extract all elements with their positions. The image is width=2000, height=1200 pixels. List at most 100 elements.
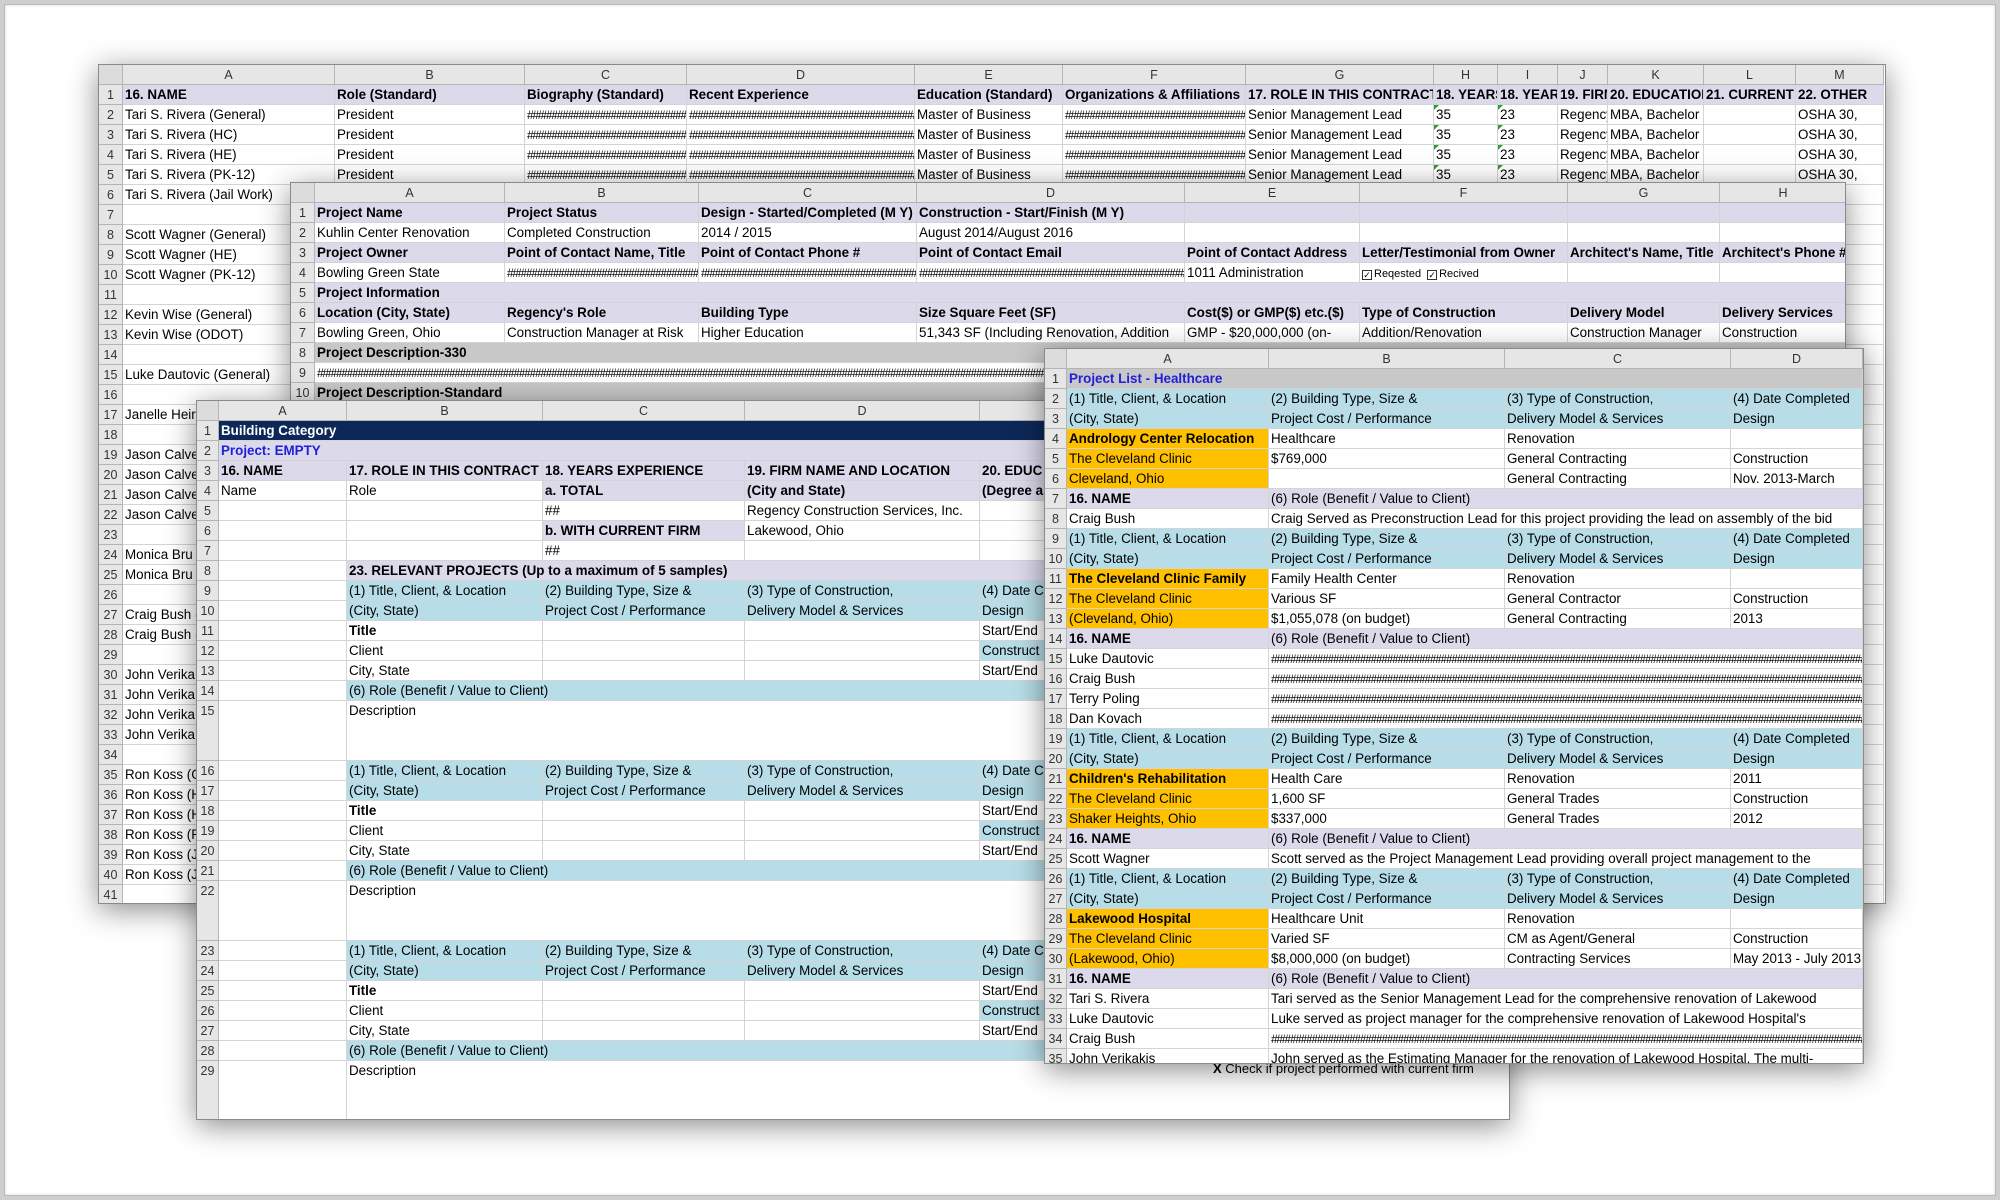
row-header-36[interactable]: 36 — [99, 785, 123, 805]
column-header-C[interactable]: C — [1505, 349, 1731, 369]
table-cell[interactable]: Project Owner — [315, 243, 505, 263]
row-header-32[interactable]: 32 — [1045, 989, 1067, 1009]
block-header[interactable]: Project Cost / Performance — [543, 781, 745, 801]
project-cell[interactable]: CM as Agent/General — [1505, 929, 1731, 949]
table-cell[interactable]: MBA, Bachelor — [1608, 145, 1704, 165]
block-header[interactable]: (3) Type of Construction, — [1505, 729, 1731, 749]
block-header[interactable]: (1) Title, Client, & Location — [1067, 869, 1269, 889]
project-cell[interactable]: General Contracting — [1505, 609, 1731, 629]
table-cell[interactable]: Higher Education — [699, 323, 917, 343]
name-header[interactable]: 16. NAME — [1067, 969, 1269, 989]
row-header-6[interactable]: 6 — [197, 521, 219, 541]
column-header-B[interactable]: B — [347, 401, 543, 421]
role-description[interactable]: Tari served as the Senior Management Lea… — [1269, 989, 1863, 1009]
form-cell[interactable] — [745, 821, 980, 841]
form-cell[interactable] — [219, 1041, 347, 1061]
table-cell[interactable]: 18. YEARS — [1434, 85, 1498, 105]
form-cell[interactable] — [219, 501, 347, 521]
form-header[interactable]: 17. ROLE IN THIS CONTRACT — [347, 461, 543, 481]
block-header[interactable]: (City, State) — [1067, 549, 1269, 569]
form-cell[interactable] — [219, 541, 347, 561]
project-city-field[interactable]: City, State — [347, 661, 543, 681]
row-header-34[interactable]: 34 — [1045, 1029, 1067, 1049]
block-header[interactable]: Design — [1731, 749, 1863, 769]
row-header-11[interactable]: 11 — [99, 285, 123, 305]
project-cell[interactable]: Children's Rehabilitation — [1067, 769, 1269, 789]
column-header-D[interactable]: D — [917, 183, 1185, 203]
row-header-9[interactable]: 9 — [1045, 529, 1067, 549]
project-cell[interactable]: Health Care — [1269, 769, 1505, 789]
column-header-D[interactable]: D — [687, 65, 915, 85]
form-cell[interactable] — [219, 661, 347, 681]
column-header-C[interactable]: C — [699, 183, 917, 203]
row-header-6[interactable]: 6 — [1045, 469, 1067, 489]
project-cell[interactable]: Family Health Center — [1269, 569, 1505, 589]
block-header[interactable]: Design — [1731, 889, 1863, 909]
project-cell[interactable]: Healthcare — [1269, 429, 1505, 449]
list-title[interactable]: Project List - Healthcare — [1067, 369, 1863, 389]
table-cell[interactable]: Construction Manager at Risk — [505, 323, 699, 343]
column-header-B[interactable]: B — [1269, 349, 1505, 369]
table-cell[interactable]: ########################################… — [917, 263, 1185, 283]
role-header[interactable]: (6) Role (Benefit / Value to Client) — [1269, 629, 1863, 649]
table-cell[interactable]: ########################################… — [1063, 125, 1246, 145]
person-name[interactable]: Terry Poling — [1067, 689, 1269, 709]
project-cell[interactable]: General Contracting — [1505, 449, 1731, 469]
person-name[interactable]: Luke Dautovic — [1067, 649, 1269, 669]
table-cell[interactable]: ########################################… — [505, 263, 699, 283]
table-cell[interactable]: Type of Construction — [1360, 303, 1568, 323]
table-cell[interactable]: Construction - Start/Finish (M Y) — [917, 203, 1185, 223]
form-cell[interactable]: ## — [543, 541, 745, 561]
row-header-26[interactable]: 26 — [99, 585, 123, 605]
column-header-M[interactable]: M — [1796, 65, 1884, 85]
block-header[interactable]: (2) Building Type, Size & — [543, 941, 745, 961]
role-description[interactable]: John served as the Estimating Manager fo… — [1269, 1049, 1863, 1063]
form-cell[interactable]: Lakewood, Ohio — [745, 521, 980, 541]
row-header-1[interactable]: 1 — [99, 85, 123, 105]
row-header-19[interactable]: 19 — [1045, 729, 1067, 749]
row-header-1[interactable]: 1 — [197, 421, 219, 441]
block-header[interactable]: Project Cost / Performance — [543, 601, 745, 621]
form-cell[interactable] — [219, 521, 347, 541]
table-cell[interactable]: 23 — [1498, 105, 1558, 125]
row-header-19[interactable]: 19 — [99, 445, 123, 465]
project-cell[interactable]: The Cleveland Clinic Family — [1067, 569, 1269, 589]
form-cell[interactable] — [745, 801, 980, 821]
form-cell[interactable] — [543, 661, 745, 681]
project-cell[interactable]: (Cleveland, Ohio) — [1067, 609, 1269, 629]
row-header-2[interactable]: 2 — [99, 105, 123, 125]
block-header[interactable]: Delivery Model & Services — [1505, 409, 1731, 429]
table-cell[interactable]: Tari S. Rivera (HC) — [123, 125, 335, 145]
form-cell[interactable] — [219, 941, 347, 961]
block-header[interactable]: Delivery Model & Services — [745, 601, 980, 621]
form-cell[interactable] — [219, 761, 347, 781]
form-cell[interactable] — [543, 981, 745, 1001]
row-header-34[interactable]: 34 — [99, 745, 123, 765]
project-cell[interactable]: The Cleveland Clinic — [1067, 929, 1269, 949]
form-cell[interactable]: a. TOTAL — [543, 481, 745, 501]
column-header-E[interactable]: E — [1185, 183, 1360, 203]
row-header-15[interactable]: 15 — [197, 701, 219, 761]
row-header-27[interactable]: 27 — [1045, 889, 1067, 909]
role-description[interactable]: ########################################… — [1269, 1029, 1863, 1049]
form-cell[interactable] — [219, 821, 347, 841]
table-cell[interactable]: 35 — [1434, 145, 1498, 165]
column-header-F[interactable]: F — [1063, 65, 1246, 85]
received-checkbox[interactable]: ✓ — [1427, 270, 1438, 280]
project-cell[interactable] — [1731, 429, 1863, 449]
block-header[interactable]: (3) Type of Construction, — [1505, 529, 1731, 549]
table-cell[interactable] — [1360, 223, 1568, 243]
row-header-4[interactable]: 4 — [99, 145, 123, 165]
block-header[interactable]: Project Cost / Performance — [543, 961, 745, 981]
role-description[interactable]: Craig Served as Preconstruction Lead for… — [1269, 509, 1863, 529]
table-cell[interactable]: Point of Contact Name, Title — [505, 243, 699, 263]
block-header[interactable]: Delivery Model & Services — [1505, 889, 1731, 909]
project-cell[interactable]: Nov. 2013-March — [1731, 469, 1863, 489]
block-header[interactable]: (1) Title, Client, & Location — [347, 761, 543, 781]
table-cell[interactable] — [1704, 125, 1796, 145]
project-cell[interactable]: 2012 — [1731, 809, 1863, 829]
table-cell[interactable]: Regency — [1558, 125, 1608, 145]
row-header-1[interactable]: 1 — [1045, 369, 1067, 389]
form-cell[interactable] — [219, 801, 347, 821]
table-cell[interactable] — [1185, 223, 1360, 243]
